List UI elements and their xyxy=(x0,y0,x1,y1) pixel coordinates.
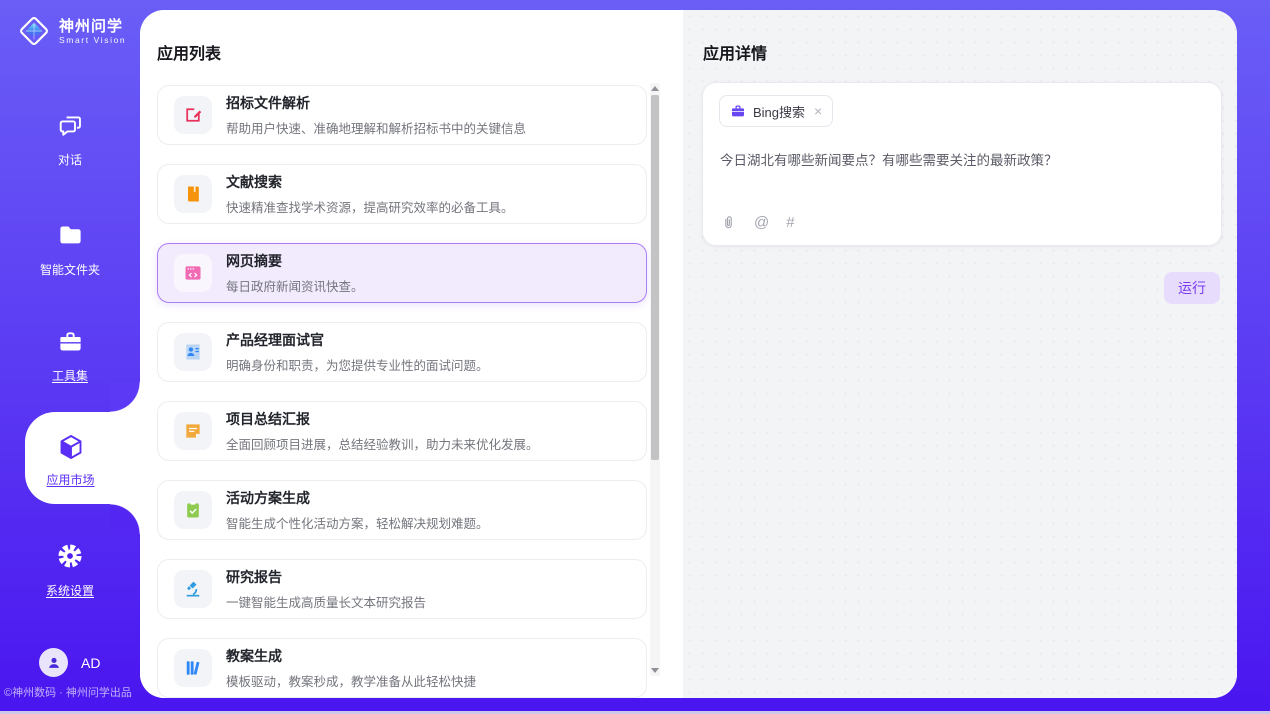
app-name: 网页摘要 xyxy=(226,251,364,271)
app-list-panel: 应用列表 招标文件解析 帮助用户快速、准确地理解和解析招标书中的关键信息 xyxy=(140,10,683,698)
app-name: 教案生成 xyxy=(226,646,476,666)
app-name: 项目总结汇报 xyxy=(226,409,539,429)
sidebar-item-toolset[interactable]: 工具集 xyxy=(0,328,140,384)
person-icon xyxy=(45,654,63,672)
list-item-research-report[interactable]: 研究报告 一键智能生成高质量长文本研究报告 xyxy=(157,559,647,619)
app-desc: 快速精准查找学术资源，提高研究效率的必备工具。 xyxy=(226,197,514,216)
user-account[interactable]: AD xyxy=(39,648,100,677)
app-desc: 帮助用户快速、准确地理解和解析招标书中的关键信息 xyxy=(226,118,526,137)
list-item-bid-analysis[interactable]: 招标文件解析 帮助用户快速、准确地理解和解析招标书中的关键信息 xyxy=(157,85,647,145)
sidebar-item-smart-folder[interactable]: 智能文件夹 xyxy=(0,222,140,278)
browser-code-icon xyxy=(183,263,203,283)
tool-chip-bing-search[interactable]: Bing搜索 × xyxy=(719,95,833,127)
app-detail-panel: 应用详情 Bing搜索 × 今日湖北有哪些新闻要点？有哪些需要关注的最新政策？ … xyxy=(683,10,1237,698)
sidebar-item-label: 应用市场 xyxy=(25,471,116,488)
app-name: 活动方案生成 xyxy=(226,488,489,508)
scroll-up-arrow-icon[interactable] xyxy=(651,86,659,91)
composer-toolbar: @ # xyxy=(720,214,795,231)
app-desc: 每日政府新闻资讯快查。 xyxy=(226,276,364,295)
at-icon[interactable]: @ xyxy=(754,214,769,231)
sidebar-item-label: 对话 xyxy=(0,151,140,168)
list-item-web-summary[interactable]: 网页摘要 每日政府新闻资讯快查。 xyxy=(157,243,647,303)
chip-close-icon[interactable]: × xyxy=(814,104,822,118)
books-icon xyxy=(183,658,203,678)
folder-icon xyxy=(57,222,84,249)
scrollbar-thumb[interactable] xyxy=(651,95,659,460)
list-item-activity-plan[interactable]: 活动方案生成 智能生成个性化活动方案，轻松解决规划难题。 xyxy=(157,480,647,540)
query-text[interactable]: 今日湖北有哪些新闻要点？有哪些需要关注的最新政策？ xyxy=(720,149,1204,169)
briefcase-icon xyxy=(730,103,746,119)
sidebar-item-label: 智能文件夹 xyxy=(0,261,140,278)
app-list: 招标文件解析 帮助用户快速、准确地理解和解析招标书中的关键信息 文献搜索 快速精… xyxy=(157,85,647,698)
sidebar-item-app-market[interactable]: 应用市场 xyxy=(25,412,142,504)
app-name: 研究报告 xyxy=(226,567,426,587)
sidebar-item-label: 系统设置 xyxy=(0,582,140,599)
app-desc: 模板驱动，教案秒成，教学准备从此轻松快捷 xyxy=(226,671,476,690)
list-item-literature-search[interactable]: 文献搜索 快速精准查找学术资源，提高研究效率的必备工具。 xyxy=(157,164,647,224)
chat-icon xyxy=(57,112,84,139)
cube-icon xyxy=(56,432,86,462)
brand-diamond-icon xyxy=(16,13,52,49)
app-root: { "brand": { "name": "神州问学", "tagline": … xyxy=(0,0,1270,714)
gear-icon xyxy=(56,542,84,570)
microscope-icon xyxy=(183,579,203,599)
run-row: 运行 xyxy=(1164,272,1220,304)
app-desc: 明确身份和职责，为您提供专业性的面试问题。 xyxy=(226,355,489,374)
app-list-title: 应用列表 xyxy=(157,40,221,64)
list-item-project-summary[interactable]: 项目总结汇报 全面回顾项目进展，总结经验教训，助力未来优化发展。 xyxy=(157,401,647,461)
run-button[interactable]: 运行 xyxy=(1164,272,1220,304)
tool-chip-label: Bing搜索 xyxy=(753,102,805,121)
app-desc: 智能生成个性化活动方案，轻松解决规划难题。 xyxy=(226,513,489,532)
brand-logo: 神州问学 Smart Vision xyxy=(16,13,126,49)
brand-name: 神州问学 xyxy=(59,18,126,35)
sidebar: 神州问学 Smart Vision 对话 智能文件夹 工具集 xyxy=(0,0,140,714)
toolbox-icon xyxy=(57,328,84,355)
pen-square-icon xyxy=(183,105,203,125)
interviewer-icon xyxy=(183,342,203,362)
brand-tagline: Smart Vision xyxy=(59,35,126,45)
note-icon xyxy=(183,421,203,441)
paperclip-icon[interactable] xyxy=(720,214,737,231)
list-item-lesson-plan[interactable]: 教案生成 模板驱动，教案秒成，教学准备从此轻松快捷 xyxy=(157,638,647,698)
app-detail-title: 应用详情 xyxy=(703,40,767,64)
main-shell: 应用列表 招标文件解析 帮助用户快速、准确地理解和解析招标书中的关键信息 xyxy=(140,10,1237,698)
app-name: 招标文件解析 xyxy=(226,93,526,113)
copyright-footer: ©神州数码 · 神州问学出品 xyxy=(4,684,140,700)
list-item-pm-interviewer[interactable]: 产品经理面试官 明确身份和职责，为您提供专业性的面试问题。 xyxy=(157,322,647,382)
app-desc: 全面回顾项目进展，总结经验教训，助力未来优化发展。 xyxy=(226,434,539,453)
sidebar-item-settings[interactable]: 系统设置 xyxy=(0,542,140,599)
app-name: 文献搜索 xyxy=(226,172,514,192)
prompt-card: Bing搜索 × 今日湖北有哪些新闻要点？有哪些需要关注的最新政策？ @ # xyxy=(702,82,1222,246)
app-name: 产品经理面试官 xyxy=(226,330,489,350)
avatar xyxy=(39,648,68,677)
scroll-down-arrow-icon[interactable] xyxy=(651,668,659,673)
book-icon xyxy=(183,184,203,204)
user-name: AD xyxy=(81,655,100,671)
hash-icon[interactable]: # xyxy=(786,214,794,231)
list-scrollbar[interactable] xyxy=(650,83,660,676)
app-desc: 一键智能生成高质量长文本研究报告 xyxy=(226,592,426,611)
clipboard-check-icon xyxy=(183,500,203,520)
sidebar-item-chat[interactable]: 对话 xyxy=(0,112,140,168)
